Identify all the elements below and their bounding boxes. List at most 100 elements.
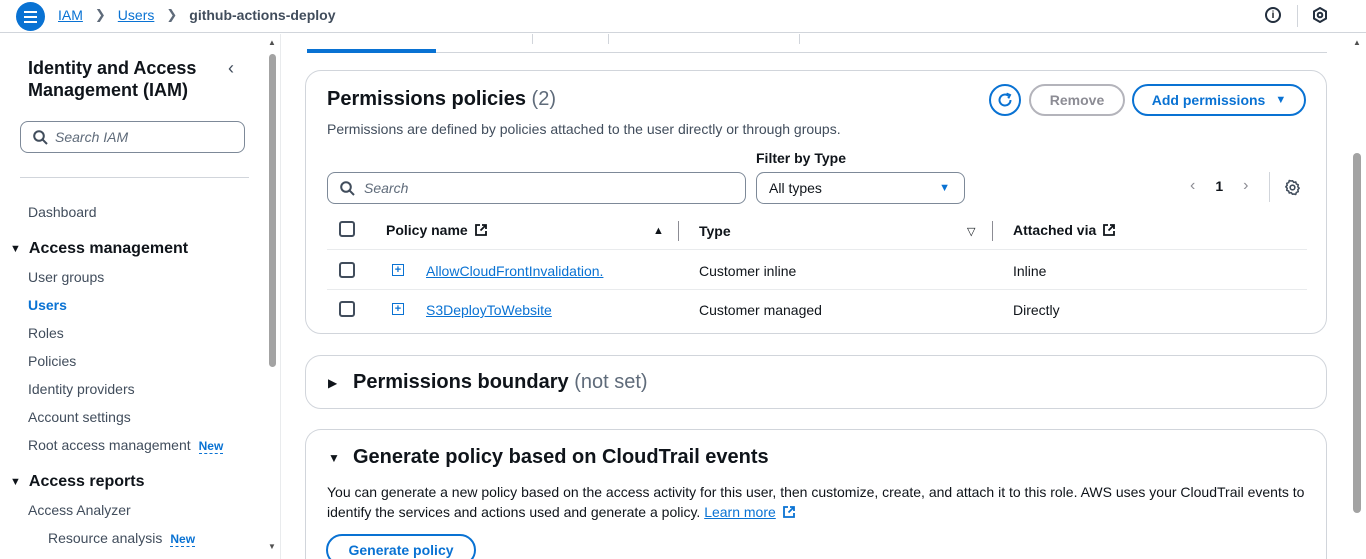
sidebar-item-account-settings[interactable]: Account settings [28,409,131,425]
sidebar-scrollbar[interactable] [269,54,276,367]
column-label: Policy name [386,222,468,238]
boundary-status: (not set) [574,371,648,393]
search-icon [340,181,355,196]
filter-type-value: All types [769,180,822,196]
breadcrumb-current: github-actions-deploy [189,7,336,23]
caret-down-icon[interactable]: ▼ [328,451,340,465]
menu-icon[interactable] [16,2,45,31]
column-label: Attached via [1013,222,1097,238]
sidebar-item-users[interactable]: Users [28,297,67,313]
column-attached-via[interactable]: Attached via [1013,222,1116,238]
sidebar-item-dashboard[interactable]: Dashboard [28,204,97,220]
refresh-icon [998,92,1012,107]
sidebar-title: Identity and Access Management (IAM) [28,58,197,100]
divider [20,177,249,178]
caret-down-icon: ▼ [10,243,21,255]
chevron-right-icon: ❯ [166,7,178,22]
permissions-boundary-title[interactable]: Permissions boundary (not set) [353,371,648,394]
expand-row-icon[interactable]: + [392,264,404,276]
external-link-icon [474,224,487,236]
sidebar-item-resource-analysis[interactable]: Resource analysis New [48,530,196,547]
tab-separator [608,34,609,44]
sidebar-section-access-reports[interactable]: ▼ Access reports [10,473,145,491]
chevron-right-icon: ❯ [94,7,106,22]
refresh-button[interactable] [989,84,1021,116]
sidebar-item-label: Root access management [28,437,191,453]
sidebar: Identity and Access Management (IAM) ‹ S… [0,34,281,559]
caret-down-icon: ▼ [1275,94,1287,106]
policy-search-input[interactable]: Search [327,172,746,204]
sidebar-search-placeholder: Search IAM [55,129,129,145]
table-divider [327,249,1307,250]
chevron-right-icon[interactable]: › [1243,177,1248,195]
tab-separator [799,34,800,44]
current-page-number[interactable]: 1 [1215,178,1223,194]
column-policy-name[interactable]: Policy name [386,222,488,238]
policy-type: Customer inline [699,263,797,279]
generate-policy-panel: ▼ Generate policy based on CloudTrail ev… [305,429,1327,559]
sidebar-search-input[interactable]: Search IAM [20,121,245,153]
chevron-left-icon[interactable]: ‹ [1190,177,1195,195]
divider [1297,5,1298,27]
policy-type: Customer managed [699,302,822,318]
policy-name-link[interactable]: S3DeployToWebsite [426,302,552,318]
sidebar-item-identity-providers[interactable]: Identity providers [28,381,135,397]
sidebar-section-access-management[interactable]: ▼ Access management [10,240,188,258]
expand-row-icon[interactable]: + [392,303,404,315]
column-separator[interactable] [992,221,993,241]
external-link-icon [1103,224,1116,236]
scroll-down-icon[interactable]: ▼ [268,542,276,551]
filter-by-type-label: Filter by Type [756,150,846,166]
select-all-checkbox[interactable] [339,221,355,237]
panel-title-text: Permissions boundary [353,371,569,393]
generate-policy-description: You can generate a new policy based on t… [327,482,1307,522]
column-type[interactable]: Type [699,223,731,239]
sidebar-item-label: Resource analysis [48,530,163,546]
policy-name-link[interactable]: AllowCloudFrontInvalidation. [426,263,603,279]
info-icon[interactable]: i [1265,7,1281,23]
hexagon-settings-icon[interactable] [1312,7,1328,23]
generate-policy-title[interactable]: Generate policy based on CloudTrail even… [353,446,769,469]
permissions-policies-title: Permissions policies (2) [327,88,556,111]
new-badge: New [170,532,196,547]
search-icon [33,130,48,145]
sidebar-item-access-analyzer[interactable]: Access Analyzer [28,502,131,518]
tab-separator [532,34,533,44]
breadcrumb-users-link[interactable]: Users [118,7,155,23]
breadcrumb-iam-link[interactable]: IAM [58,7,83,23]
caret-right-icon[interactable]: ▶ [328,376,337,390]
sidebar-item-roles[interactable]: Roles [28,325,64,341]
sort-ascending-icon[interactable]: ▲ [653,225,664,237]
scroll-up-icon[interactable]: ▲ [1353,38,1361,47]
policy-count: (2) [531,88,556,110]
tabs-divider [307,52,1327,53]
gear-icon[interactable] [1284,179,1301,196]
breadcrumb: IAM ❯ Users ❯ github-actions-deploy [58,7,335,23]
top-navigation-bar: IAM ❯ Users ❯ github-actions-deploy i [0,0,1366,33]
section-label: Access management [28,240,189,257]
add-permissions-button[interactable]: Add permissions ▼ [1132,84,1306,116]
row-checkbox[interactable] [339,301,355,317]
generate-policy-button[interactable]: Generate policy [326,534,476,559]
permissions-description: Permissions are defined by policies atta… [327,121,841,137]
sidebar-item-user-groups[interactable]: User groups [28,269,104,285]
permissions-boundary-panel[interactable]: ▶ Permissions boundary (not set) [305,355,1327,409]
filter-type-select[interactable]: All types ▼ [756,172,965,204]
scroll-up-icon[interactable]: ▲ [268,38,276,47]
description-text: You can generate a new policy based on t… [327,484,1305,520]
sidebar-item-policies[interactable]: Policies [28,353,76,369]
panel-title-text: Permissions policies [327,88,526,110]
row-checkbox[interactable] [339,262,355,278]
learn-more-link[interactable]: Learn more [704,504,776,520]
sidebar-item-root-access-management[interactable]: Root access management New [28,437,224,454]
column-separator[interactable] [678,221,679,241]
table-divider [327,289,1307,290]
remove-button[interactable]: Remove [1029,84,1125,116]
policy-attached-via: Directly [1013,302,1060,318]
policy-attached-via: Inline [1013,263,1047,279]
main-scrollbar[interactable] [1353,153,1361,513]
sort-descending-icon[interactable]: ▽ [967,225,975,238]
caret-down-icon: ▼ [10,476,21,488]
collapse-sidebar-icon[interactable]: ‹ [228,58,234,79]
tab-permissions-active-indicator[interactable] [307,49,436,53]
